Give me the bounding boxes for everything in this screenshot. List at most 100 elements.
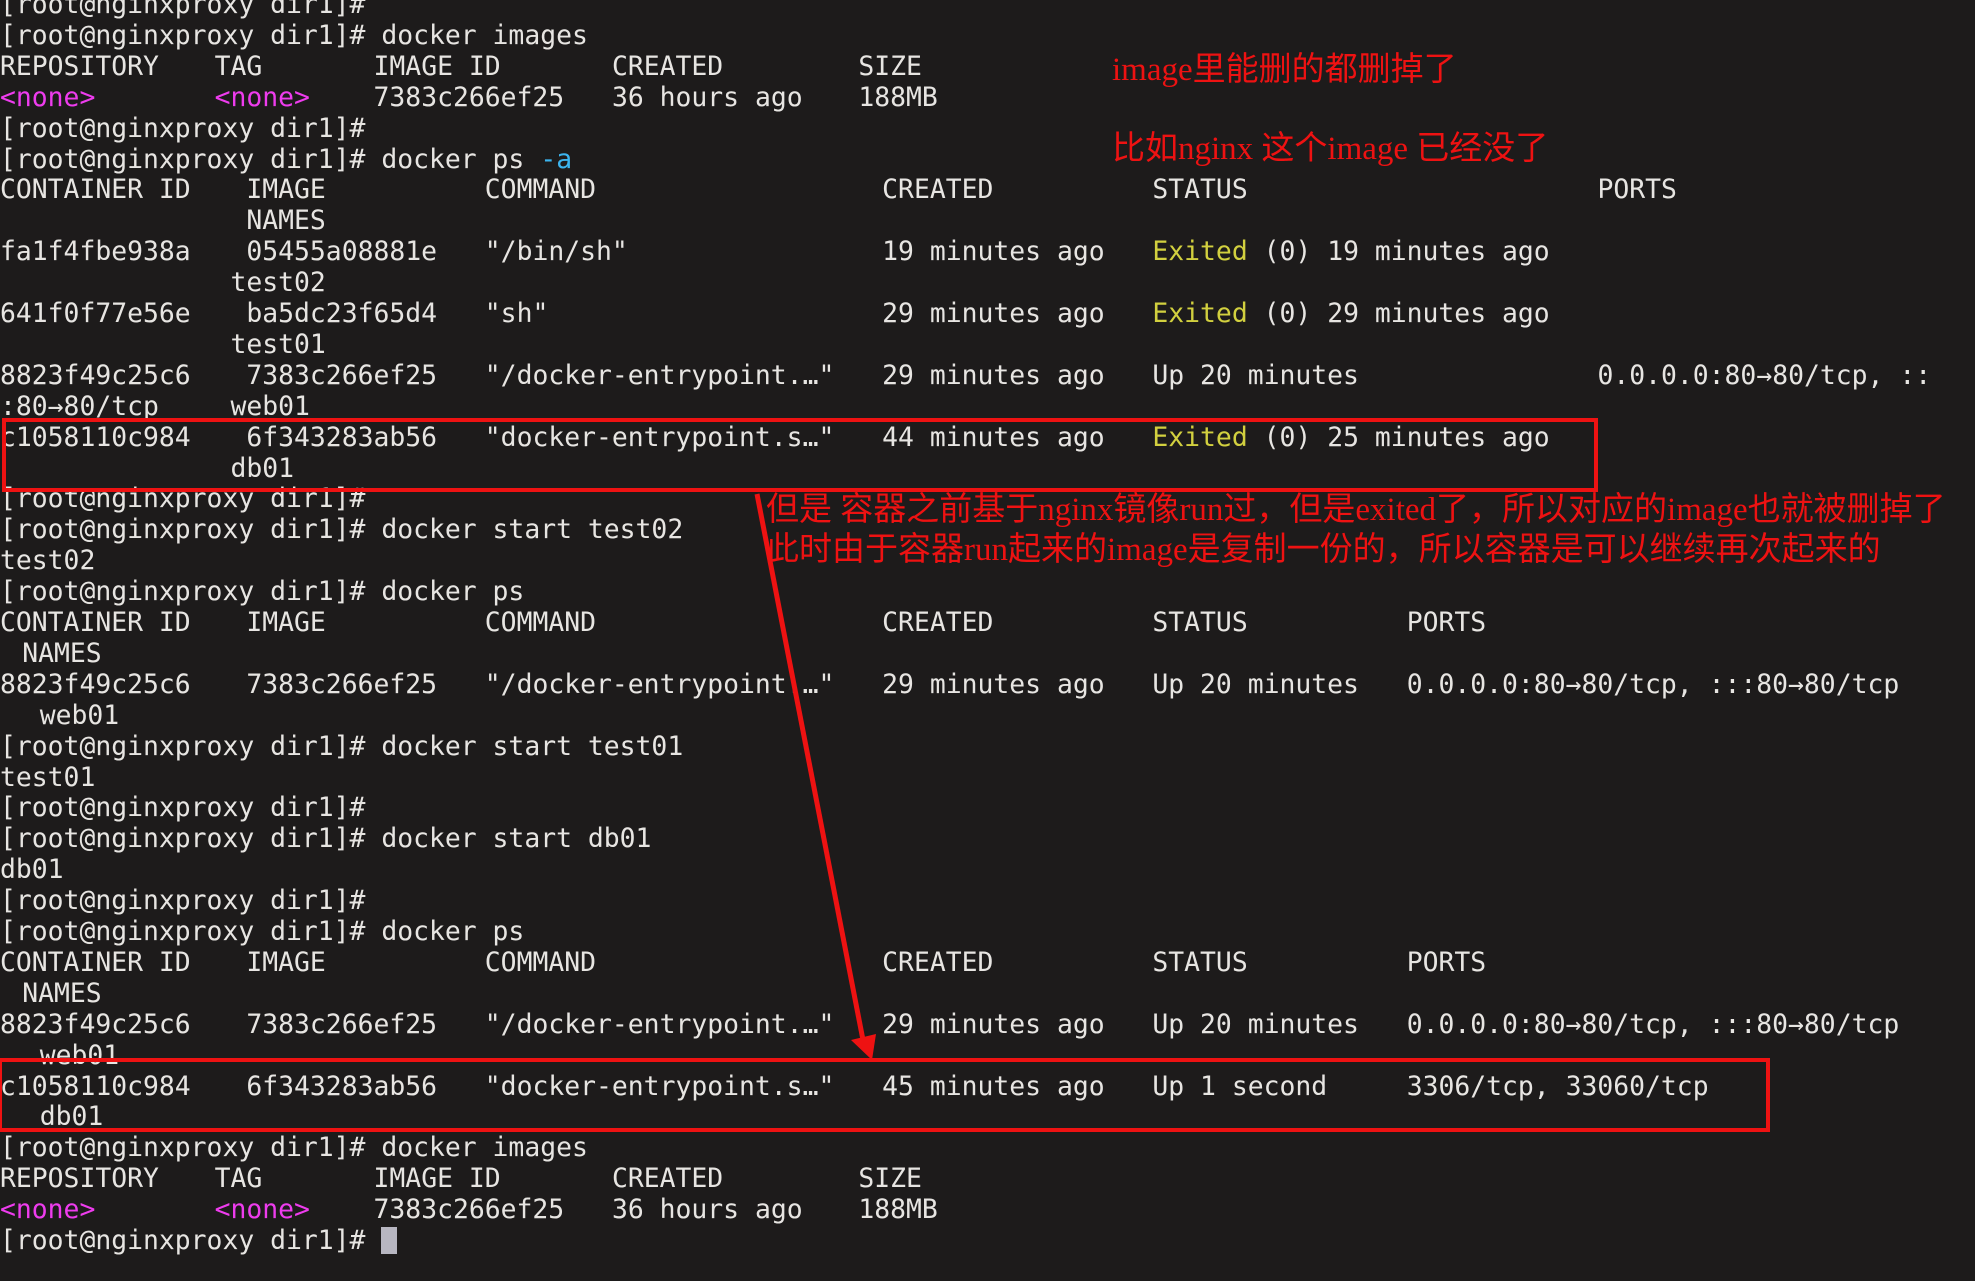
terminal-line: 8823f49c25c67383c266ef25"/docker-entrypo… xyxy=(0,360,1975,391)
terminal-text-segment: 0.0.0.0:80→80/tcp, :::80→80/tcp xyxy=(1407,669,1900,700)
terminal-text-segment: test02 xyxy=(230,267,325,298)
terminal-text-segment: 188MB xyxy=(858,82,937,113)
terminal-text-segment: CREATED xyxy=(882,607,993,638)
terminal-text-segment: TAG xyxy=(215,1163,263,1194)
terminal-line: NAMES xyxy=(0,638,1975,669)
terminal-text-segment: SIZE xyxy=(858,1163,922,1194)
terminal-line: NAMES xyxy=(0,205,1975,236)
terminal-text-segment: 0.0.0.0:80→80/tcp, :: xyxy=(1597,360,1931,391)
terminal-text-segment: [root@nginxproxy dir1]# xyxy=(0,792,365,823)
terminal-line: CONTAINER IDIMAGECOMMANDCREATEDSTATUSPOR… xyxy=(0,607,1975,638)
annotation-image-deleted: image里能删的都删掉了 xyxy=(1112,52,1457,90)
terminal-text-segment: test01 xyxy=(0,762,95,793)
terminal-text-segment: test02 xyxy=(0,545,95,576)
terminal-text-segment: IMAGE xyxy=(246,174,325,205)
terminal-text-segment: 641f0f77e56e xyxy=(0,298,191,329)
terminal-line: db01 xyxy=(0,1101,1975,1132)
terminal-text-segment: CONTAINER ID xyxy=(0,607,191,638)
terminal-text-segment: Exited xyxy=(1152,422,1247,453)
terminal-text-segment: (0) 25 minutes ago xyxy=(1264,422,1550,453)
terminal-text-segment: 8823f49c25c6 xyxy=(0,360,191,391)
terminal-text-segment: 05455a08881e xyxy=(246,236,437,267)
terminal-text-segment: ba5dc23f65d4 xyxy=(246,298,437,329)
terminal-text-segment: CREATED xyxy=(612,51,723,82)
terminal-text-segment: 7383c266ef25 xyxy=(374,82,565,113)
terminal-text-segment: [root@nginxproxy dir1]# docker ps xyxy=(0,576,524,607)
terminal-text-segment: Exited xyxy=(1152,236,1247,267)
terminal-line: db01 xyxy=(0,453,1975,484)
terminal-text-segment: [root@nginxproxy dir1]# docker start tes… xyxy=(0,514,683,545)
terminal-text-segment: 29 minutes ago xyxy=(882,360,1104,391)
terminal-text-segment: [root@nginxproxy dir1]# docker ps xyxy=(0,144,524,175)
terminal-text-segment: 8823f49c25c6 xyxy=(0,669,191,700)
terminal-text-segment: 36 hours ago xyxy=(612,1194,803,1225)
terminal-text-segment: (0) 29 minutes ago xyxy=(1264,298,1550,329)
terminal-text-segment: CONTAINER ID xyxy=(0,174,191,205)
terminal-text-segment: IMAGE xyxy=(246,947,325,978)
terminal-cursor[interactable] xyxy=(381,1227,397,1254)
terminal-text-segment: Up 20 minutes xyxy=(1152,669,1359,700)
terminal-text-segment: 7383c266ef25 xyxy=(246,669,437,700)
terminal-screen: [root@nginxproxy dir1]#[root@nginxproxy … xyxy=(0,0,1975,1281)
terminal-text-segment: <none> xyxy=(0,1194,95,1225)
terminal-line: web01 xyxy=(0,1040,1975,1071)
terminal-line: CONTAINER IDIMAGECOMMANDCREATEDSTATUSPOR… xyxy=(0,174,1975,205)
terminal-line: [root@nginxproxy dir1]# xyxy=(0,0,1975,20)
terminal-text-segment: STATUS xyxy=(1152,947,1247,978)
terminal-line: 8823f49c25c67383c266ef25"/docker-entrypo… xyxy=(0,669,1975,700)
terminal-text-segment: "/docker-entrypoint.…" xyxy=(485,1009,835,1040)
terminal-text-segment: [root@nginxproxy dir1]# xyxy=(0,1225,365,1256)
terminal-line: 641f0f77e56eba5dc23f65d4"sh"29 minutes a… xyxy=(0,298,1975,329)
terminal-line: :80→80/tcpweb01 xyxy=(0,391,1975,422)
terminal-text-segment: CREATED xyxy=(612,1163,723,1194)
terminal-text-segment: Up 1 second xyxy=(1152,1071,1327,1102)
terminal-text-segment: IMAGE xyxy=(246,607,325,638)
terminal-line: [root@nginxproxy dir1]# docker images xyxy=(0,20,1975,51)
terminal-text-segment: TAG xyxy=(215,51,263,82)
terminal-text-segment: Up 20 minutes xyxy=(1152,1009,1359,1040)
terminal-line: [root@nginxproxy dir1]# docker ps xyxy=(0,916,1975,947)
terminal-text-segment: 6f343283ab56 xyxy=(246,422,437,453)
terminal-text-segment: [root@nginxproxy dir1]# docker images xyxy=(0,20,588,51)
terminal-line: fa1f4fbe938a05455a08881e"/bin/sh"19 minu… xyxy=(0,236,1975,267)
terminal-text-segment: IMAGE ID xyxy=(374,1163,501,1194)
terminal-text-segment: 29 minutes ago xyxy=(882,298,1104,329)
terminal-line: [root@nginxproxy dir1]# docker ps xyxy=(0,576,1975,607)
terminal-line: [root@nginxproxy dir1]# docker start db0… xyxy=(0,823,1975,854)
terminal-line: NAMES xyxy=(0,978,1975,1009)
terminal-line: [root@nginxproxy dir1]# docker ps -a xyxy=(0,144,1975,175)
terminal-line: [root@nginxproxy dir1]# docker images xyxy=(0,1132,1975,1163)
terminal-text-segment: 29 minutes ago xyxy=(882,1009,1104,1040)
terminal-text-segment: 45 minutes ago xyxy=(882,1071,1104,1102)
terminal-text-segment: <none> xyxy=(215,1194,310,1225)
terminal-text-segment: <none> xyxy=(0,82,95,113)
terminal-text-segment: IMAGE ID xyxy=(374,51,501,82)
terminal-text-segment: db01 xyxy=(0,854,64,885)
terminal-text-segment: 44 minutes ago xyxy=(882,422,1104,453)
terminal-text-segment: 7383c266ef25 xyxy=(246,1009,437,1040)
terminal-line: CONTAINER IDIMAGECOMMANDCREATEDSTATUSPOR… xyxy=(0,947,1975,978)
terminal-line: test02 xyxy=(0,267,1975,298)
terminal-text-segment: [root@nginxproxy dir1]# xyxy=(0,0,365,20)
annotation-container-image-copied: 此时由于容器run起来的image是复制一份的，所以容器是可以继续再次起来的 xyxy=(766,532,1881,570)
terminal-text-segment: 3306/tcp, 33060/tcp xyxy=(1407,1071,1709,1102)
terminal-text-segment: COMMAND xyxy=(485,607,596,638)
terminal-text-segment: db01 xyxy=(40,1101,104,1132)
terminal-line: test01 xyxy=(0,329,1975,360)
terminal-text-segment: 29 minutes ago xyxy=(882,669,1104,700)
terminal-text-segment: NAMES xyxy=(22,638,101,669)
terminal-text-segment: 8823f49c25c6 xyxy=(0,1009,191,1040)
terminal-text-segment: PORTS xyxy=(1407,607,1486,638)
terminal-text-segment: -a xyxy=(540,144,572,175)
terminal-text-segment: db01 xyxy=(230,453,294,484)
terminal-line: [root@nginxproxy dir1]# xyxy=(0,792,1975,823)
terminal-text-segment: c1058110c984 xyxy=(0,422,191,453)
terminal-line: [root@nginxproxy dir1]# docker start tes… xyxy=(0,731,1975,762)
terminal-text-segment: PORTS xyxy=(1407,947,1486,978)
terminal-text-segment: web01 xyxy=(230,391,309,422)
terminal-text-segment: CREATED xyxy=(882,174,993,205)
terminal-line: c1058110c9846f343283ab56"docker-entrypoi… xyxy=(0,422,1975,453)
terminal-text-segment: CONTAINER ID xyxy=(0,947,191,978)
terminal-text-segment: "/bin/sh" xyxy=(485,236,628,267)
terminal-text-segment: 6f343283ab56 xyxy=(246,1071,437,1102)
